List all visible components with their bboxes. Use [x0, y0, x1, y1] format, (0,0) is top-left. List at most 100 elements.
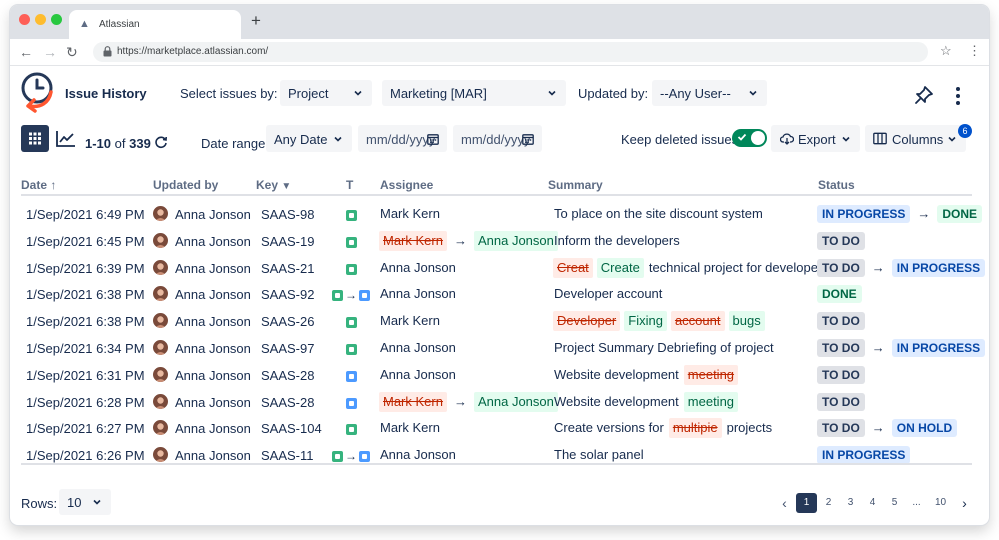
chevron-down-icon: [948, 136, 956, 142]
row-issue-key[interactable]: SAAS-21: [261, 261, 314, 276]
page-button[interactable]: 1: [796, 493, 817, 513]
status-lozenge-todo: TO DO: [817, 365, 865, 384]
row-issue-key[interactable]: SAAS-104: [261, 421, 322, 436]
change-arrow-icon: →: [871, 420, 885, 436]
page-button[interactable]: 3: [840, 493, 861, 513]
user-avatar-icon: [153, 420, 168, 436]
page-button[interactable]: 10: [928, 493, 953, 513]
status-lozenge-todo: TO DO: [817, 392, 865, 411]
column-header-key[interactable]: Key ▼: [256, 178, 291, 192]
rows-per-page-label: Rows:: [21, 496, 58, 511]
lock-icon: [103, 46, 112, 57]
summary-text: Website development: [554, 393, 679, 409]
export-label: Export: [798, 132, 836, 147]
chevron-down-icon: [334, 136, 342, 142]
avatar: [153, 366, 168, 382]
user-avatar-icon: [153, 447, 168, 463]
check-icon: [737, 133, 747, 141]
table-row[interactable]: 1/Sep/2021 6:38 PM Anna Jonson SAAS-92 → Ann…: [10, 280, 989, 307]
calendar-icon[interactable]: [427, 133, 439, 145]
keep-deleted-toggle[interactable]: [732, 129, 767, 147]
table-row[interactable]: 1/Sep/2021 6:27 PM Anna Jonson SAAS-104 Mar…: [10, 414, 989, 441]
date-to-field[interactable]: mm/dd/yyyy: [453, 125, 542, 152]
reload-icon[interactable]: ↻: [66, 44, 78, 60]
page-button[interactable]: 4: [862, 493, 883, 513]
url-field[interactable]: https://marketplace.atlassian.com/: [93, 42, 928, 62]
previous-page-icon[interactable]: ‹: [774, 493, 795, 513]
close-window-button[interactable]: [19, 14, 30, 25]
page-button[interactable]: 2: [818, 493, 839, 513]
minimize-window-button[interactable]: [35, 14, 46, 25]
summary-added-text: Create: [596, 257, 644, 278]
row-issue-key[interactable]: SAAS-19: [261, 234, 314, 249]
updated-by-dropdown[interactable]: --Any User--: [652, 80, 767, 106]
date-from-field[interactable]: mm/dd/yyyy: [358, 125, 447, 152]
table-view-button[interactable]: [21, 125, 49, 152]
browser-tab[interactable]: ▲ Atlassian: [69, 10, 241, 39]
type-change-arrow-icon: →: [345, 288, 357, 303]
more-options-icon[interactable]: [955, 85, 961, 107]
column-header-updated-by[interactable]: Updated by: [153, 178, 218, 192]
date-range-dropdown[interactable]: Any Date: [266, 125, 352, 152]
user-avatar-icon: [153, 340, 168, 355]
select-by-dropdown[interactable]: Project: [280, 80, 372, 106]
rows-per-page-dropdown[interactable]: 10: [59, 489, 111, 515]
browser-menu-icon[interactable]: ⋮: [968, 43, 981, 59]
assignee-removed-text: Mark Kern: [379, 391, 447, 412]
browser-window: ▲ Atlassian + ← → ↻ https://marketplace.…: [10, 5, 989, 525]
table-row[interactable]: 1/Sep/2021 6:31 PM Anna Jonson SAAS-28 Anna…: [10, 361, 989, 388]
row-status: TO DO: [817, 311, 865, 331]
table-row[interactable]: 1/Sep/2021 6:38 PM Anna Jonson SAAS-26 Mark…: [10, 307, 989, 334]
assignee-text: Mark Kern: [380, 206, 440, 221]
table-row[interactable]: 1/Sep/2021 6:28 PM Anna Jonson SAAS-28 Mark…: [10, 388, 989, 415]
forward-icon[interactable]: →: [43, 44, 57, 60]
table-row[interactable]: 1/Sep/2021 6:49 PM Anna Jonson SAAS-98 Mark…: [10, 200, 989, 227]
row-issue-type: [346, 341, 357, 356]
row-updated-by: Anna Jonson: [175, 367, 251, 383]
chart-view-button[interactable]: [52, 125, 80, 152]
row-status: TO DO: [817, 231, 865, 251]
summary-text: Create versions for: [554, 420, 664, 436]
sort-ascending-icon[interactable]: ↑: [50, 178, 56, 192]
row-issue-key[interactable]: SAAS-98: [261, 207, 314, 222]
page-button[interactable]: 5: [884, 493, 905, 513]
new-tab-button[interactable]: +: [251, 11, 261, 31]
url-text: https://marketplace.atlassian.com/: [117, 46, 269, 57]
bookmark-star-icon[interactable]: ☆: [940, 43, 952, 59]
column-header-assignee[interactable]: Assignee: [380, 178, 433, 192]
columns-button[interactable]: Columns: [865, 125, 966, 152]
table-row[interactable]: 1/Sep/2021 6:39 PM Anna Jonson SAAS-21 Anna…: [10, 254, 989, 281]
filter-icon[interactable]: ▼: [281, 181, 291, 192]
user-avatar-icon: [153, 286, 168, 302]
table-row[interactable]: 1/Sep/2021 6:45 PM Anna Jonson SAAS-19 Mark…: [10, 227, 989, 254]
summary-removed-text: account: [670, 311, 725, 332]
updated-by-label: Updated by:: [578, 86, 649, 101]
row-issue-key[interactable]: SAAS-11: [261, 448, 314, 463]
count-range: 1-10: [85, 136, 112, 151]
project-dropdown[interactable]: Marketing [MAR]: [382, 80, 566, 106]
row-updated-by: Anna Jonson: [175, 341, 251, 356]
row-issue-key[interactable]: SAAS-92: [261, 287, 314, 302]
status-lozenge-todo: TO DO: [817, 419, 865, 438]
row-issue-key[interactable]: SAAS-28: [261, 368, 314, 383]
next-page-icon[interactable]: ›: [954, 493, 975, 513]
row-issue-key[interactable]: SAAS-26: [261, 314, 314, 329]
back-icon[interactable]: ←: [19, 44, 33, 60]
export-button[interactable]: Export: [771, 125, 860, 152]
column-header-status[interactable]: Status: [818, 178, 855, 192]
rows-per-page-value: 10: [67, 495, 82, 510]
pagination-ellipsis: ...: [912, 497, 921, 508]
table-row[interactable]: 1/Sep/2021 6:34 PM Anna Jonson SAAS-97 Anna…: [10, 334, 989, 361]
row-issue-key[interactable]: SAAS-28: [261, 395, 314, 410]
pin-icon[interactable]: [913, 84, 935, 106]
row-issue-key[interactable]: SAAS-97: [261, 341, 314, 356]
maximize-window-button[interactable]: [51, 14, 62, 25]
column-header-summary[interactable]: Summary: [548, 178, 603, 192]
column-header-type[interactable]: T: [346, 178, 353, 192]
refresh-icon[interactable]: [154, 135, 168, 149]
assignee-added-text: Anna Jonson: [473, 391, 558, 412]
avatar: [153, 420, 168, 436]
select-by-label: Select issues by:: [180, 86, 278, 101]
calendar-icon[interactable]: [522, 133, 534, 145]
column-header-date[interactable]: Date ↑: [21, 178, 56, 192]
